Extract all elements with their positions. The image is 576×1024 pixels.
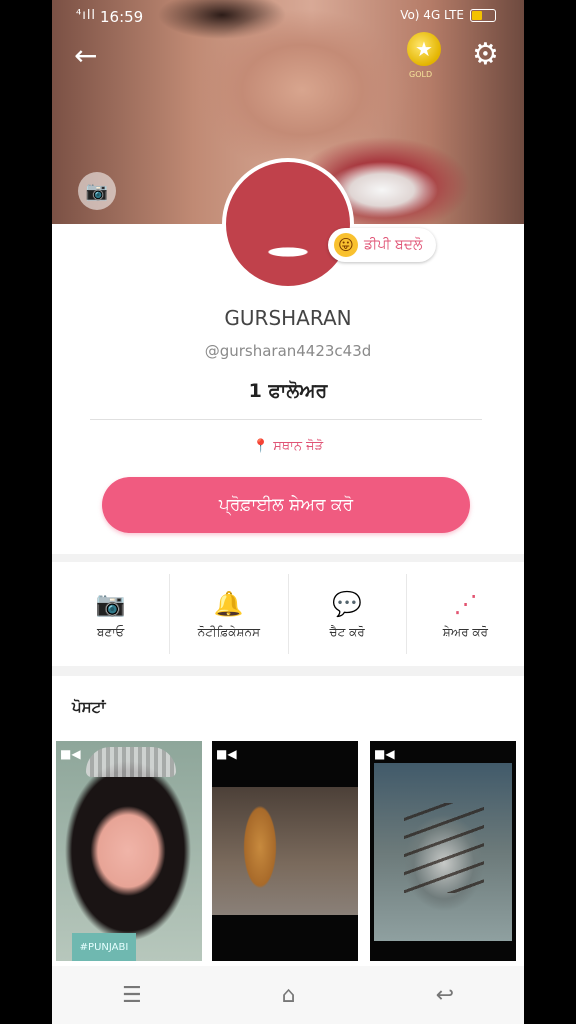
network-indicator: Vo) 4G LTE [400,8,464,22]
add-location-link[interactable]: 📍 ਸਥਾਨ ਜੋੜੋ [52,439,524,454]
post-image [374,763,512,941]
share-profile-button[interactable]: ਪ੍ਰੋਫ਼ਾਈਲ ਸ਼ੇਅਰ ਕਰੋ [102,477,470,533]
share-label: ਸ਼ੇਅਰ ਕਰੋ [442,624,488,639]
posts-section: ਪੋਸਟਾਂ ■◀ #PUNJABI ■◀ ■◀ [52,676,524,966]
camera-icon: 📷 [95,589,126,618]
back-arrow-icon[interactable]: ← [74,42,97,70]
bell-icon: 🔔 [213,589,244,618]
post-tag: #PUNJABI [72,933,136,961]
change-dp-button[interactable]: 😛 ਡੀਪੀ ਬਦਲੋ [328,228,437,262]
post-image [212,787,358,915]
create-button[interactable]: 📷 ਬਣਾਓ [52,574,171,654]
chat-label: ਚੈਟ ਕਰੋ [329,624,365,639]
post-thumbnail-3[interactable]: ■◀ [370,741,516,961]
action-row: 📷 ਬਣਾਓ 🔔 ਨੋਟੀਫ਼ਿਕੇਸ਼ਨਸ 💬 ਚੈਟ ਕਰੋ ⋰ ਸ਼ੇਅਰ… [52,562,524,666]
profile-avatar[interactable] [222,158,354,290]
video-icon: ■◀ [60,747,81,761]
gold-badge-label: GOLD [409,70,433,79]
tongue-emoji-icon: 😛 [334,233,358,257]
chat-button[interactable]: 💬 ਚੈਟ ਕਰੋ [289,574,407,654]
post-image [86,747,176,777]
video-icon: ■◀ [216,747,237,761]
chat-bubble-icon: 💬 [332,589,363,618]
create-label: ਬਣਾਓ [96,624,125,639]
back-icon[interactable]: ↩ [436,983,454,1008]
notifications-button[interactable]: 🔔 ਨੋਟੀਫ਼ਿਕੇਸ਼ਨਸ [170,574,289,654]
share-button[interactable]: ⋰ ਸ਼ੇਅਰ ਕਰੋ [407,574,524,654]
profile-name: GURSHARAN [224,306,352,330]
settings-gear-icon[interactable]: ⚙ [472,40,499,70]
phone-screen: ⁴ıll 16:59 Vo) 4G LTE ← ★ GOLD ⚙ 📷 😛 ਡੀਪ… [52,0,524,1024]
notifications-label: ਨੋਟੀਫ਼ਿਕੇਸ਼ਨਸ [197,624,260,639]
gold-badge-icon[interactable]: ★ [407,32,441,66]
location-pin-icon: 📍 [252,439,270,454]
menu-icon[interactable]: ☰ [122,983,142,1008]
share-icon: ⋰ [453,589,478,618]
add-location-label: ਸਥਾਨ ਜੋੜੋ [273,439,324,454]
system-nav-bar: ☰ ⌂ ↩ [52,966,524,1024]
change-dp-label: ਡੀਪੀ ਬਦਲੋ [364,237,423,253]
followers-count[interactable]: 1 ਫਾਲੋਅਰ [52,380,524,402]
status-bar: ⁴ıll 16:59 Vo) 4G LTE [52,0,524,34]
divider [90,419,482,420]
status-right-icons: Vo) 4G LTE [400,8,496,22]
signal-icon: ⁴ıll [76,8,97,23]
profile-handle: @gursharan4423c43d [204,342,372,360]
battery-icon [470,8,496,22]
post-thumbnail-2[interactable]: ■◀ [212,741,358,961]
status-time: 16:59 [100,8,144,26]
posts-title: ਪੋਸਟਾਂ [72,698,106,716]
post-thumbnail-1[interactable]: ■◀ #PUNJABI [56,741,202,961]
home-icon[interactable]: ⌂ [282,983,296,1008]
video-icon: ■◀ [374,747,395,761]
change-cover-camera-icon[interactable]: 📷 [78,172,116,210]
